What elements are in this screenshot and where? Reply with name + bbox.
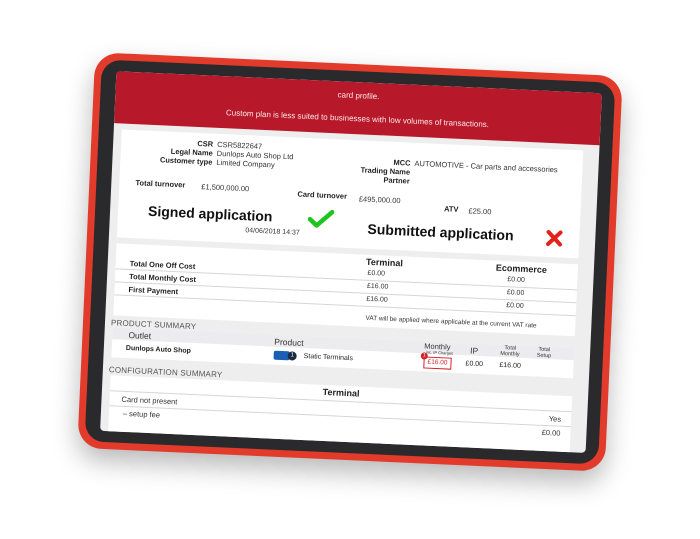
customer-type-value: Limited Company: [216, 157, 275, 170]
config-row-value: £0.00: [541, 427, 561, 438]
total-turnover-value: £1,500,000.00: [201, 182, 250, 194]
header-product: Product: [274, 336, 304, 348]
check-icon: [307, 209, 335, 228]
header-ip: IP: [469, 345, 479, 356]
mcc-value: AUTOMOTIVE - Car parts and accessories: [414, 158, 558, 175]
row-monthly-highlight[interactable]: £16.00: [423, 356, 452, 370]
cost-row-ecommerce: £0.00: [506, 302, 524, 310]
header-total-setup: Total Setup: [536, 346, 552, 360]
cost-row-terminal: £0.00: [367, 269, 386, 278]
cross-icon: [546, 229, 563, 247]
row-total-monthly: £16.00: [499, 361, 522, 370]
cost-row-terminal: £16.00: [366, 282, 389, 291]
costs-header-terminal: Terminal: [365, 256, 404, 269]
config-row-label: – setup fee: [122, 408, 161, 420]
partner-label: Partner: [383, 175, 410, 186]
terminal-count-badge: 1: [287, 351, 297, 361]
cost-row-terminal: £16.00: [366, 295, 388, 304]
cost-row-label: Total One Off Cost: [129, 259, 196, 271]
row-ip: £0.00: [465, 360, 484, 369]
vat-note: VAT will be applied where applicable at …: [365, 314, 537, 330]
cost-row-ecommerce: £0.00: [507, 276, 526, 284]
cost-row-label: Total Monthly Cost: [128, 271, 197, 285]
submitted-application-title: Submitted application: [367, 220, 514, 244]
header-total-monthly: Total Monthly: [500, 345, 520, 358]
header-monthly-sub: inc. IP Charges: [425, 349, 454, 356]
cost-row-label: First Payment: [128, 284, 179, 297]
total-turnover-label: Total turnover: [135, 178, 186, 190]
atv-value: £25.00: [468, 206, 492, 217]
atv-label: ATV: [443, 204, 459, 214]
config-row-value: Yes: [548, 414, 562, 424]
tablet-device: card profile. Custom plan is less suited…: [77, 52, 623, 472]
signed-date: 04/06/2018 14:37: [245, 227, 300, 237]
row-product[interactable]: Static Terminals: [304, 353, 354, 362]
tablet-screen: card profile. Custom plan is less suited…: [100, 71, 602, 453]
application-info-panel: CSR CSR5822647 Legal Name Dunlops Auto S…: [116, 129, 584, 259]
signed-application-title: Signed application: [147, 202, 273, 225]
row-outlet[interactable]: Dunlops Auto Shop: [126, 345, 191, 355]
config-row-label: Card not present: [121, 394, 178, 407]
cost-row-ecommerce: £0.00: [506, 289, 525, 297]
header-outlet: Outlet: [128, 330, 152, 342]
card-turnover-label: Card turnover: [297, 189, 348, 201]
card-turnover-value: £495,000.00: [358, 194, 401, 206]
